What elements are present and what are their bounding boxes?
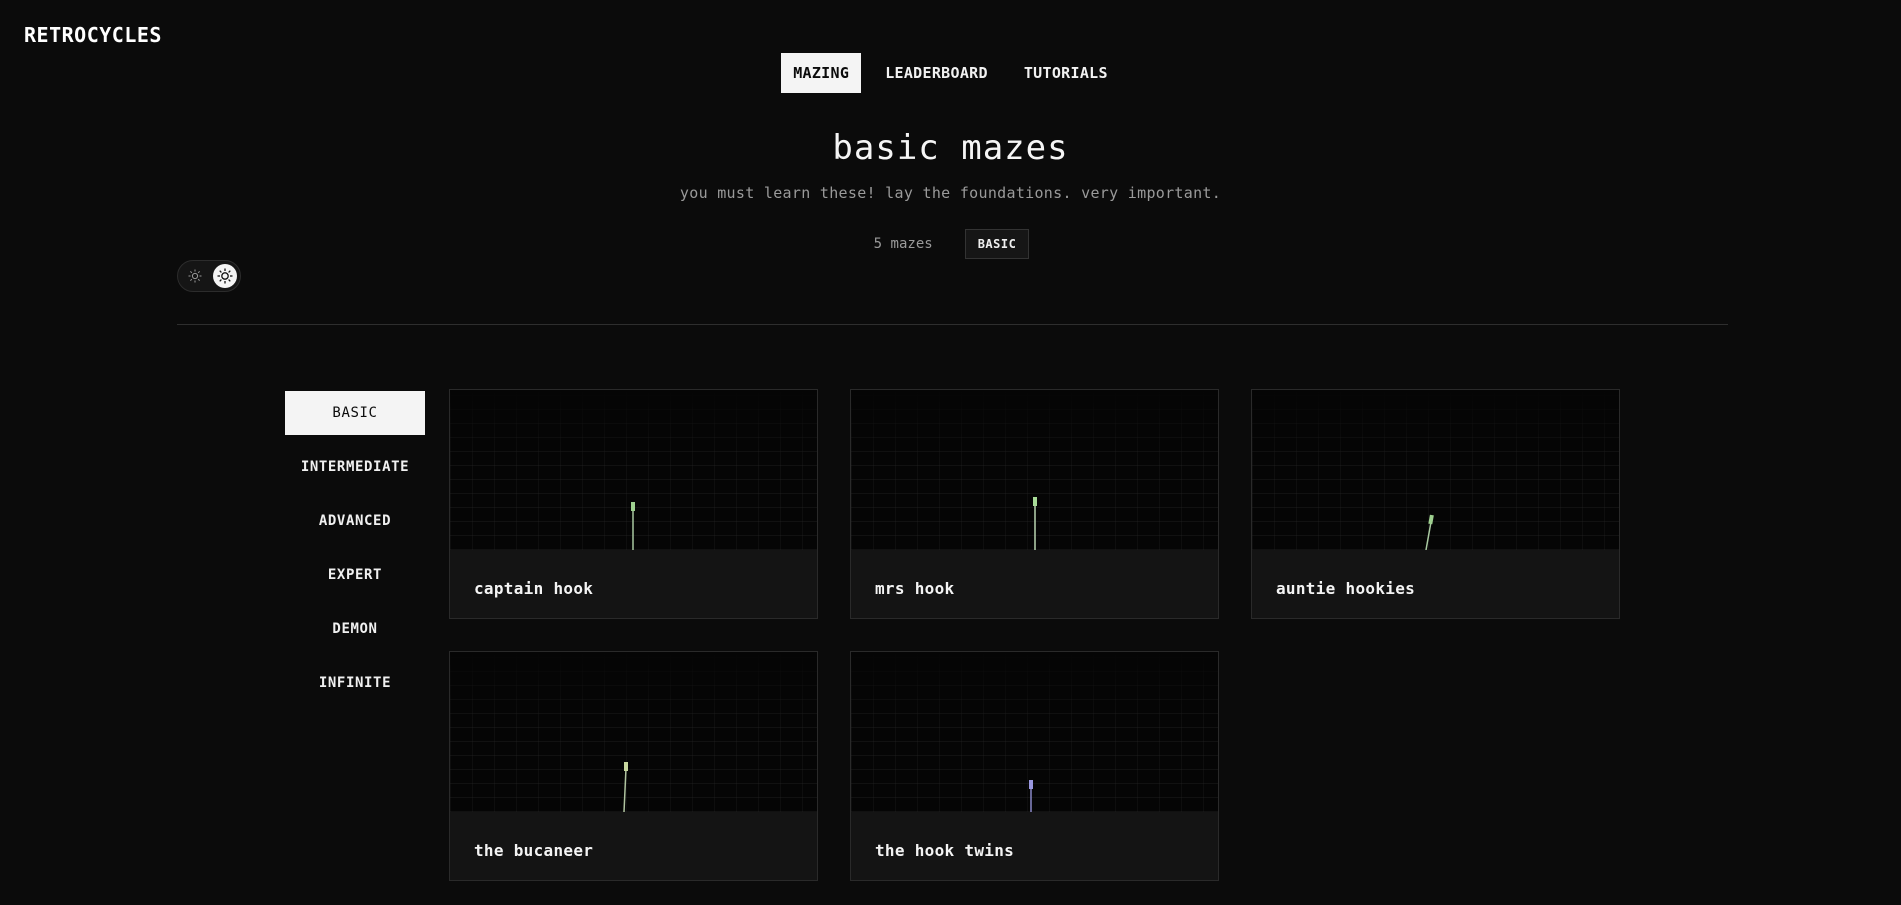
sidebar-item-basic[interactable]: BASIC xyxy=(285,391,425,435)
theme-toggle[interactable] xyxy=(177,260,241,292)
maze-preview xyxy=(450,652,817,812)
page-title: basic mazes xyxy=(832,128,1069,168)
maze-title: mrs hook xyxy=(875,579,955,598)
maze-preview xyxy=(450,390,817,550)
tab-leaderboard[interactable]: LEADERBOARD xyxy=(873,53,1000,93)
tab-mazing[interactable]: MAZING xyxy=(781,53,862,93)
section-divider xyxy=(177,324,1728,325)
meta-row: 5 mazes BASIC xyxy=(0,229,1901,259)
sidebar-item-advanced[interactable]: ADVANCED xyxy=(285,499,425,543)
maze-card[interactable]: mrs hook xyxy=(850,389,1219,619)
difficulty-sidebar: BASIC INTERMEDIATE ADVANCED EXPERT DEMON… xyxy=(285,391,425,715)
top-nav: MAZING LEADERBOARD TUTORIALS xyxy=(0,53,1901,93)
maze-preview xyxy=(1252,390,1619,550)
maze-title: auntie hookies xyxy=(1276,579,1416,598)
maze-card[interactable]: the hook twins xyxy=(850,651,1219,881)
sidebar-item-demon[interactable]: DEMON xyxy=(285,607,425,651)
page-subtitle: you must learn these! lay the foundation… xyxy=(679,184,1222,202)
tab-tutorials[interactable]: TUTORIALS xyxy=(1012,53,1120,93)
sun-icon xyxy=(213,264,237,288)
brand-logo[interactable]: RETROCYCLES xyxy=(24,23,162,47)
maze-card[interactable]: the bucaneer xyxy=(449,651,818,881)
maze-title: the hook twins xyxy=(875,841,1015,860)
maze-title: the bucaneer xyxy=(474,841,594,860)
sidebar-item-expert[interactable]: EXPERT xyxy=(285,553,425,597)
maze-title: captain hook xyxy=(474,579,594,598)
difficulty-badge: BASIC xyxy=(964,229,1030,259)
sun-small-icon xyxy=(183,264,207,288)
maze-card[interactable]: auntie hookies xyxy=(1251,389,1620,619)
sidebar-item-infinite[interactable]: INFINITE xyxy=(285,661,425,705)
sidebar-item-intermediate[interactable]: INTERMEDIATE xyxy=(285,445,425,489)
maze-preview xyxy=(851,652,1218,812)
maze-count: 5 mazes xyxy=(873,236,933,252)
maze-preview xyxy=(851,390,1218,550)
maze-card[interactable]: captain hook xyxy=(449,389,818,619)
